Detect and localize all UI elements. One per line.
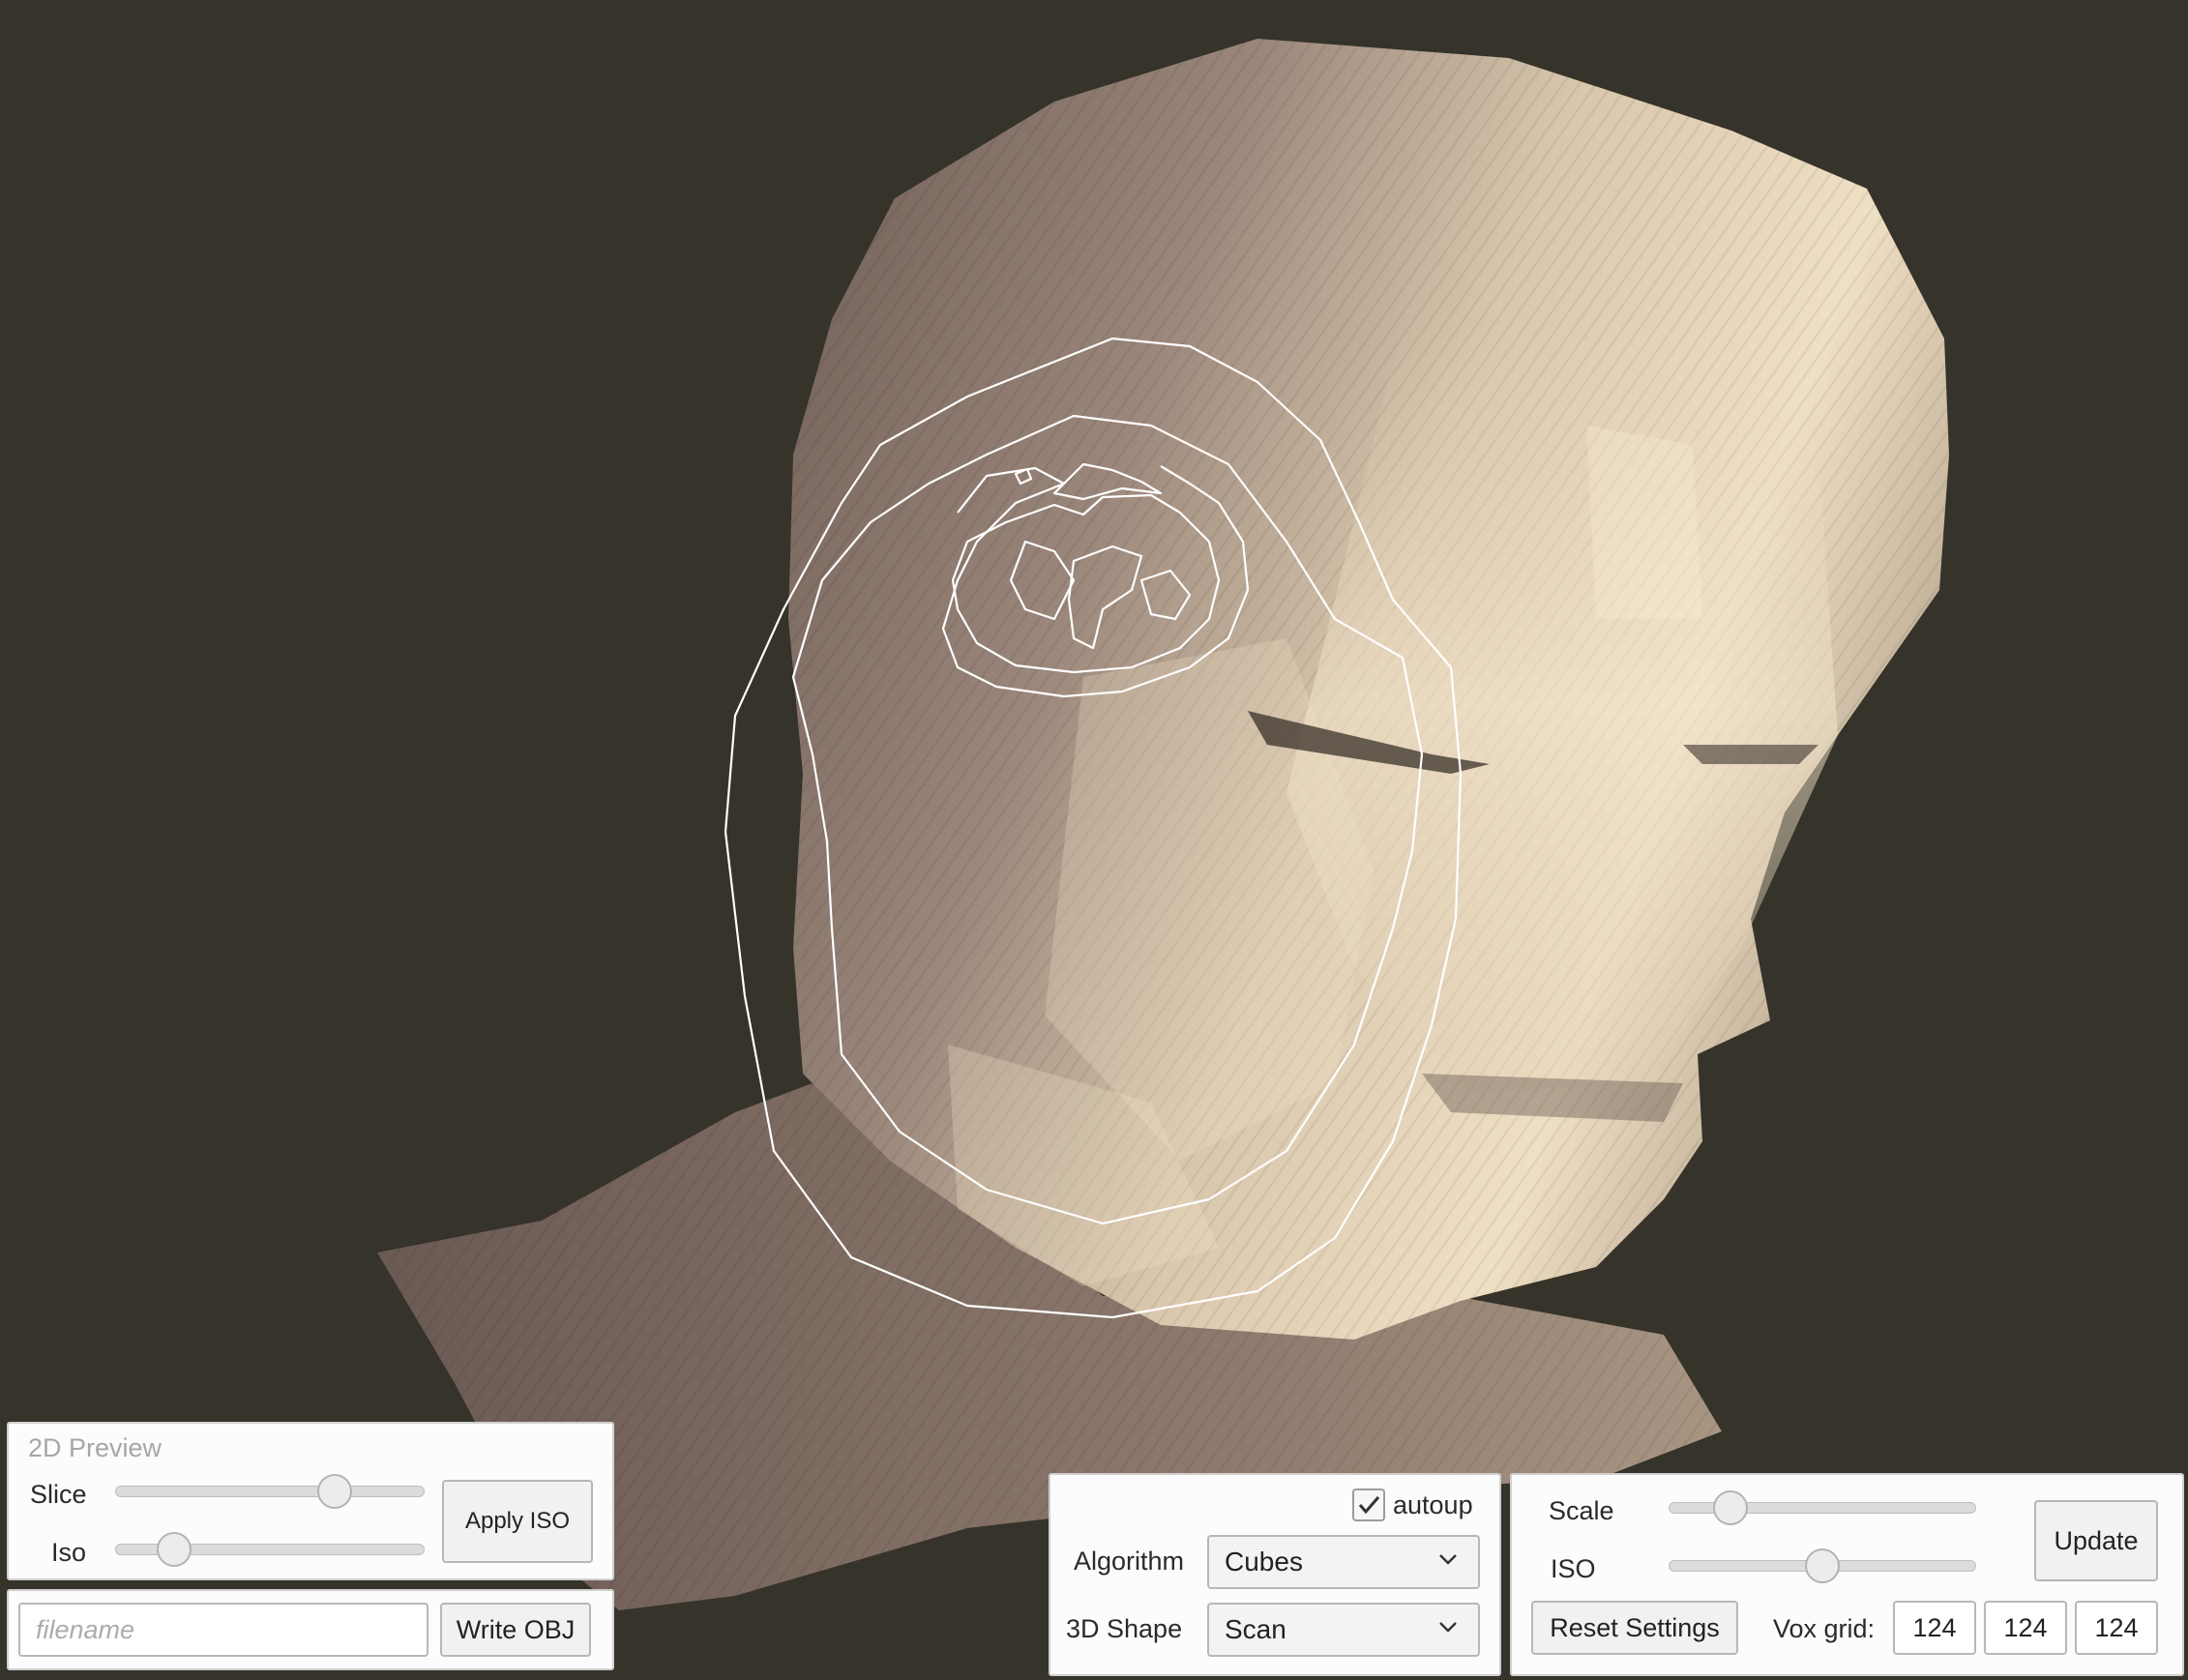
slice-slider-thumb[interactable] xyxy=(317,1474,353,1509)
iso-slider[interactable] xyxy=(115,1532,425,1567)
autoup-checkbox[interactable] xyxy=(1352,1488,1385,1521)
vox-grid-label: Vox grid: xyxy=(1773,1614,1876,1643)
reset-settings-button[interactable]: Reset Settings xyxy=(1531,1601,1738,1655)
scale-slider[interactable] xyxy=(1669,1490,1976,1525)
write-obj-button[interactable]: Write OBJ xyxy=(440,1603,591,1657)
scale-slider-thumb[interactable] xyxy=(1712,1490,1748,1525)
slice-label: Slice xyxy=(30,1480,87,1509)
scale-label: Scale xyxy=(1549,1496,1614,1525)
algorithm-label: Algorithm xyxy=(1074,1547,1185,1576)
vox-grid-y-field[interactable]: 124 xyxy=(1984,1601,2067,1655)
export-panel: Write OBJ xyxy=(7,1589,614,1670)
algorithm-select[interactable]: Cubes xyxy=(1207,1535,1480,1589)
algorithm-select-value: Cubes xyxy=(1225,1547,1303,1577)
slice-slider-track xyxy=(115,1486,425,1497)
autoup-label: autoup xyxy=(1393,1490,1473,1519)
settings-panel: Scale ISO Update Reset Settings Vox grid… xyxy=(1510,1473,2184,1676)
vox-grid-x-field[interactable]: 124 xyxy=(1893,1601,1976,1655)
shape-select-value: Scan xyxy=(1225,1614,1286,1644)
iso-slider[interactable] xyxy=(1669,1548,1976,1583)
head-mesh xyxy=(377,39,1949,1610)
slice-slider[interactable] xyxy=(115,1474,425,1509)
filename-input[interactable] xyxy=(18,1603,429,1657)
checkmark-icon xyxy=(1358,1496,1380,1515)
chevron-down-icon xyxy=(1439,1622,1457,1633)
shape-label: 3D Shape xyxy=(1066,1614,1183,1643)
preview-panel-title: 2D Preview xyxy=(28,1433,163,1462)
shape-select[interactable]: Scan xyxy=(1207,1603,1480,1657)
apply-iso-button[interactable]: Apply ISO xyxy=(442,1480,593,1563)
chevron-down-icon xyxy=(1439,1554,1457,1565)
iso-label: ISO xyxy=(1551,1554,1596,1583)
iso-label: Iso xyxy=(51,1538,87,1567)
iso-slider-thumb[interactable] xyxy=(1805,1548,1840,1583)
vox-grid-z-field[interactable]: 124 xyxy=(2075,1601,2158,1655)
algorithm-panel: autoup Algorithm Cubes 3D Shape Scan xyxy=(1049,1473,1501,1676)
preview-panel: 2D Preview Slice Iso Apply ISO xyxy=(7,1422,614,1580)
iso-slider-thumb[interactable] xyxy=(156,1532,192,1567)
update-button[interactable]: Update xyxy=(2034,1500,2158,1581)
